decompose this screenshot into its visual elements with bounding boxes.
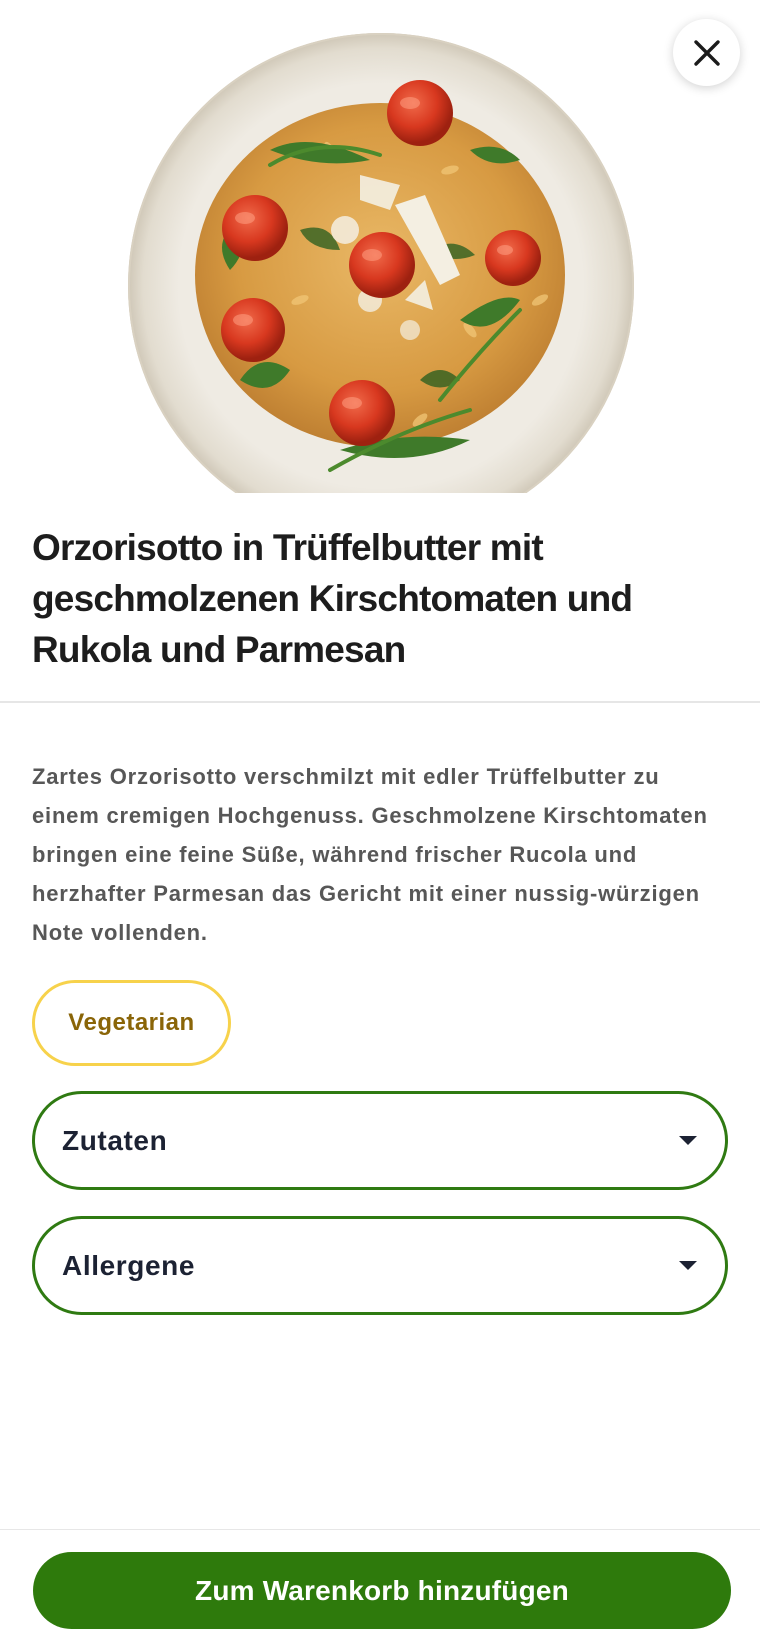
- caret-down-icon: [679, 1261, 697, 1270]
- caret-down-icon: [679, 1136, 697, 1145]
- divider: [0, 701, 760, 703]
- allergens-accordion[interactable]: Allergene: [32, 1216, 728, 1315]
- recipe-description: Zartes Orzorisotto verschmilzt mit edler…: [32, 764, 708, 945]
- recipe-detail-modal: Orzorisotto in Trüffelbutter mit geschmo…: [0, 0, 760, 1647]
- vegetarian-tag: Vegetarian: [32, 980, 231, 1066]
- ingredients-accordion-label: Zutaten: [62, 1124, 168, 1156]
- ingredients-accordion[interactable]: Zutaten: [32, 1091, 728, 1190]
- recipe-title: Orzorisotto in Trüffelbutter mit geschmo…: [32, 527, 633, 670]
- allergens-accordion-label: Allergene: [62, 1249, 195, 1281]
- close-button[interactable]: [673, 19, 740, 86]
- dish-illustration: [128, 33, 634, 493]
- recipe-image: [0, 0, 760, 493]
- add-to-cart-button[interactable]: Zum Warenkorb hinzufügen: [33, 1552, 731, 1629]
- close-icon: [693, 39, 720, 66]
- bottom-action-bar: Zum Warenkorb hinzufügen: [0, 1529, 760, 1647]
